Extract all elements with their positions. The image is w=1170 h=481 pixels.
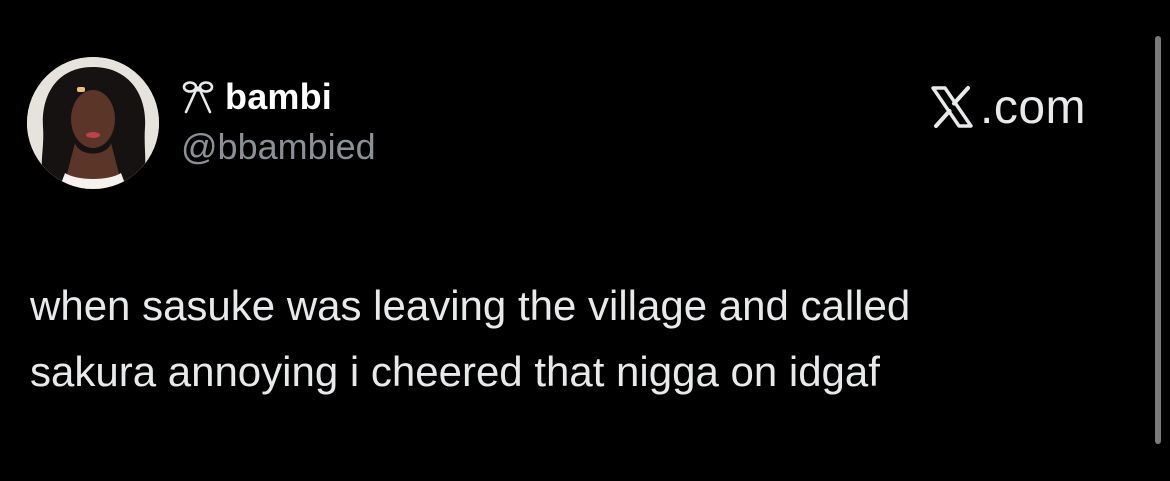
- avatar[interactable]: [27, 57, 159, 189]
- site-text: .com: [980, 80, 1087, 134]
- author-handle[interactable]: @bbambied: [181, 126, 376, 168]
- name-row: bambi: [181, 74, 376, 120]
- scrollbar[interactable]: [1155, 36, 1161, 444]
- x-logo-icon: [930, 85, 974, 129]
- avatar-image: [27, 57, 159, 189]
- author-display-name[interactable]: bambi: [225, 76, 332, 118]
- tweet-text-line: sakura annoying i cheered that nigga on …: [30, 348, 880, 395]
- tweet-text-line: when sasuke was leaving the village and …: [30, 282, 911, 329]
- author-block: bambi @bbambied: [181, 74, 376, 168]
- bow-ribbon-icon: [181, 79, 215, 115]
- site-mark: .com: [930, 78, 1086, 136]
- tweet-text: when sasuke was leaving the village and …: [30, 273, 1120, 405]
- tweet-card: bambi @bbambied .com when sasuke was lea…: [0, 0, 1170, 481]
